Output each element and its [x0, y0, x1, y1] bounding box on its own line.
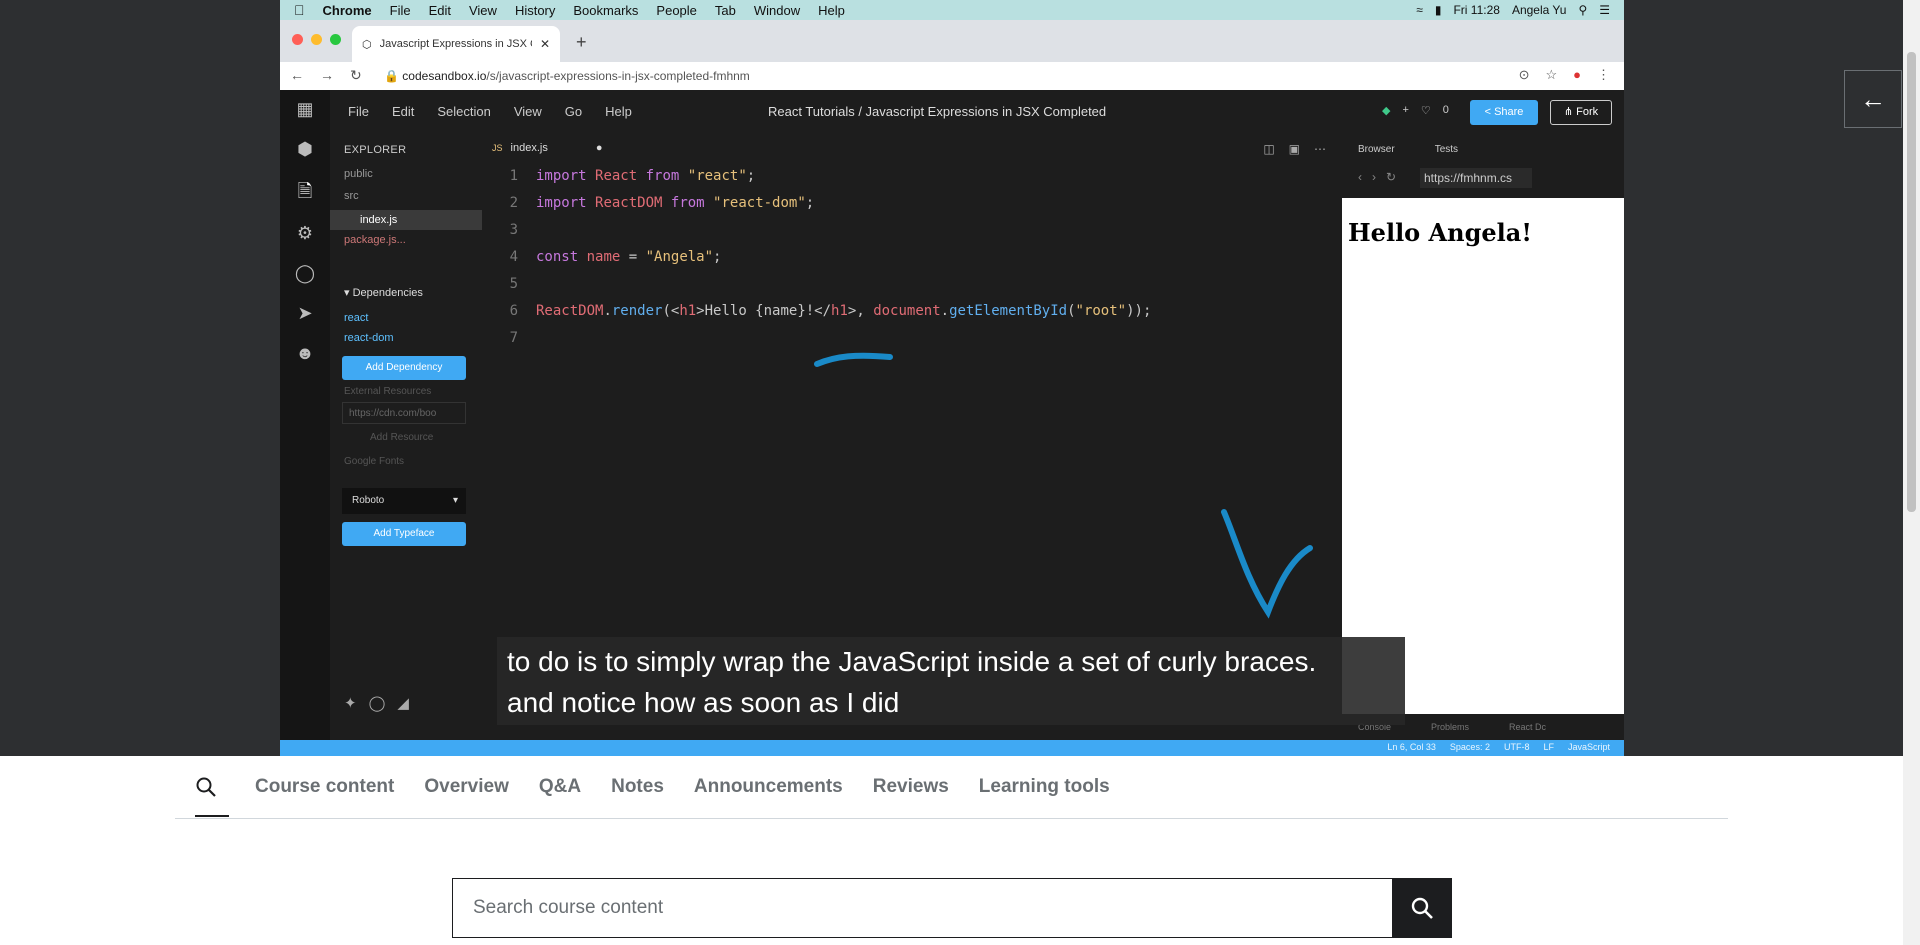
- expand-sidebar-button[interactable]: ←: [1844, 70, 1902, 128]
- search-icon: [1411, 897, 1433, 919]
- underline-stroke: [814, 352, 893, 367]
- page-scrollbar[interactable]: [1903, 0, 1920, 945]
- search-button[interactable]: [1392, 879, 1451, 937]
- course-tabs: Course content Overview Q&A Notes Announ…: [175, 756, 1728, 819]
- caption-line-1: to do is to simply wrap the JavaScript i…: [507, 646, 1317, 677]
- video-player[interactable]:  Chrome File Edit View History Bookmark…: [0, 0, 1903, 756]
- search-icon: [196, 777, 216, 797]
- search-input[interactable]: [453, 879, 1393, 937]
- tab-course-content[interactable]: Course content: [255, 776, 394, 798]
- active-tab-indicator: [195, 815, 229, 817]
- tab-notes[interactable]: Notes: [611, 776, 664, 798]
- tab-reviews[interactable]: Reviews: [873, 776, 949, 798]
- tab-announcements[interactable]: Announcements: [694, 776, 843, 798]
- tab-overview[interactable]: Overview: [424, 776, 509, 798]
- search-tab[interactable]: [195, 776, 217, 798]
- tab-qa[interactable]: Q&A: [539, 776, 581, 798]
- arrow-left-icon: ←: [1860, 83, 1886, 114]
- scrollbar-thumb[interactable]: [1907, 52, 1916, 512]
- tab-learning-tools[interactable]: Learning tools: [979, 776, 1110, 798]
- caption-line-2: and notice how as soon as I did: [507, 687, 900, 718]
- arrow-stroke: [1221, 509, 1313, 619]
- course-search: [452, 878, 1452, 938]
- video-caption: to do is to simply wrap the JavaScript i…: [497, 637, 1405, 725]
